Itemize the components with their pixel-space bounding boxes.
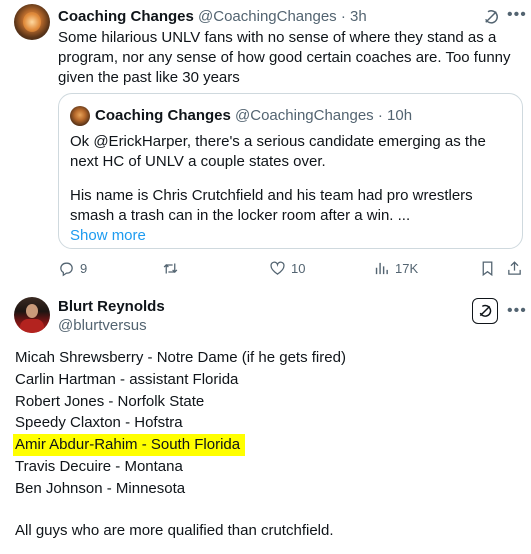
timestamp: 10h	[387, 107, 413, 124]
handle: @CoachingChanges	[235, 107, 374, 124]
quoted-tweet[interactable]: Coaching Changes @CoachingChanges · 10h …	[58, 93, 523, 249]
list-item: Carlin Hartman - assistant Florida	[15, 369, 346, 391]
repost-icon	[163, 263, 178, 274]
show-more-link[interactable]: Show more	[70, 226, 515, 246]
display-name: Coaching Changes	[95, 107, 231, 124]
tweet-text: Micah Shrewsberry - Notre Dame (if he ge…	[13, 347, 346, 500]
list-item-text: Ben Johnson - Minnesota	[15, 479, 186, 497]
more-options-icon[interactable]: •••	[507, 302, 527, 320]
analytics-icon	[375, 262, 388, 275]
list-item-text: Amir Abdur-Rahim - South Florida	[13, 434, 246, 457]
grok-icon	[479, 304, 492, 317]
avatar[interactable]	[14, 297, 50, 333]
bookmark-icon	[482, 261, 493, 277]
heart-icon	[270, 261, 285, 275]
list-item: Ben Johnson - Minnesota	[15, 478, 346, 500]
repost-button[interactable]	[162, 260, 184, 277]
display-name[interactable]: Coaching Changes	[58, 8, 194, 25]
like-count: 10	[291, 261, 306, 276]
list-item-text: Micah Shrewsberry - Notre Dame (if he ge…	[15, 349, 346, 366]
list-item: Micah Shrewsberry - Notre Dame (if he ge…	[15, 347, 346, 369]
timestamp[interactable]: 3h	[350, 8, 367, 25]
tweet-header: Coaching Changes @CoachingChanges · 3h	[58, 8, 367, 25]
view-count: 17K	[395, 261, 419, 276]
display-name-container: Blurt Reynolds	[58, 298, 165, 315]
reply-icon	[60, 262, 73, 277]
list-item-text: Carlin Hartman - assistant Florida	[15, 370, 239, 388]
quote-paragraph: His name is Chris Crutchfield and his te…	[70, 187, 473, 224]
reply-count: 9	[80, 261, 88, 276]
action-bar: 9 10 17K	[0, 260, 531, 280]
separator: ·	[377, 107, 383, 124]
more-options-icon[interactable]: •••	[507, 6, 527, 24]
list-item: Robert Jones - Norfolk State	[15, 391, 346, 413]
tweet-text: Some hilarious UNLV fans with no sense o…	[58, 29, 511, 86]
list-item: Amir Abdur-Rahim - South Florida	[13, 434, 346, 457]
quote-paragraph: Ok @ErickHarper, there's a serious candi…	[70, 133, 486, 170]
grok-icon[interactable]	[482, 8, 500, 26]
share-button[interactable]	[506, 260, 523, 277]
views-button[interactable]: 17K	[373, 260, 418, 277]
reply-button[interactable]: 9	[58, 260, 87, 277]
handle[interactable]: @CoachingChanges	[198, 8, 337, 25]
quote-text: Ok @ErickHarper, there's a serious candi…	[70, 132, 515, 246]
display-name[interactable]: Blurt Reynolds	[58, 298, 165, 315]
list-item: Speedy Claxton - Hofstra	[15, 412, 346, 434]
list-item-text: Speedy Claxton - Hofstra	[15, 414, 183, 432]
share-icon	[508, 261, 521, 275]
quote-header: Coaching Changes @CoachingChanges · 10h	[95, 107, 412, 124]
list-item-text: Robert Jones - Norfolk State	[15, 392, 205, 410]
separator: ·	[340, 8, 346, 25]
avatar[interactable]	[14, 4, 50, 40]
tweet-footer-text: All guys who are more qualified than cru…	[15, 522, 334, 539]
grok-button[interactable]	[472, 298, 498, 324]
avatar	[70, 106, 90, 126]
list-item-text: Travis Decuire - Montana	[15, 457, 183, 475]
handle[interactable]: @blurtversus	[58, 317, 147, 334]
list-item: Travis Decuire - Montana	[15, 456, 346, 478]
bookmark-button[interactable]	[479, 260, 496, 277]
like-button[interactable]: 10	[269, 260, 305, 277]
